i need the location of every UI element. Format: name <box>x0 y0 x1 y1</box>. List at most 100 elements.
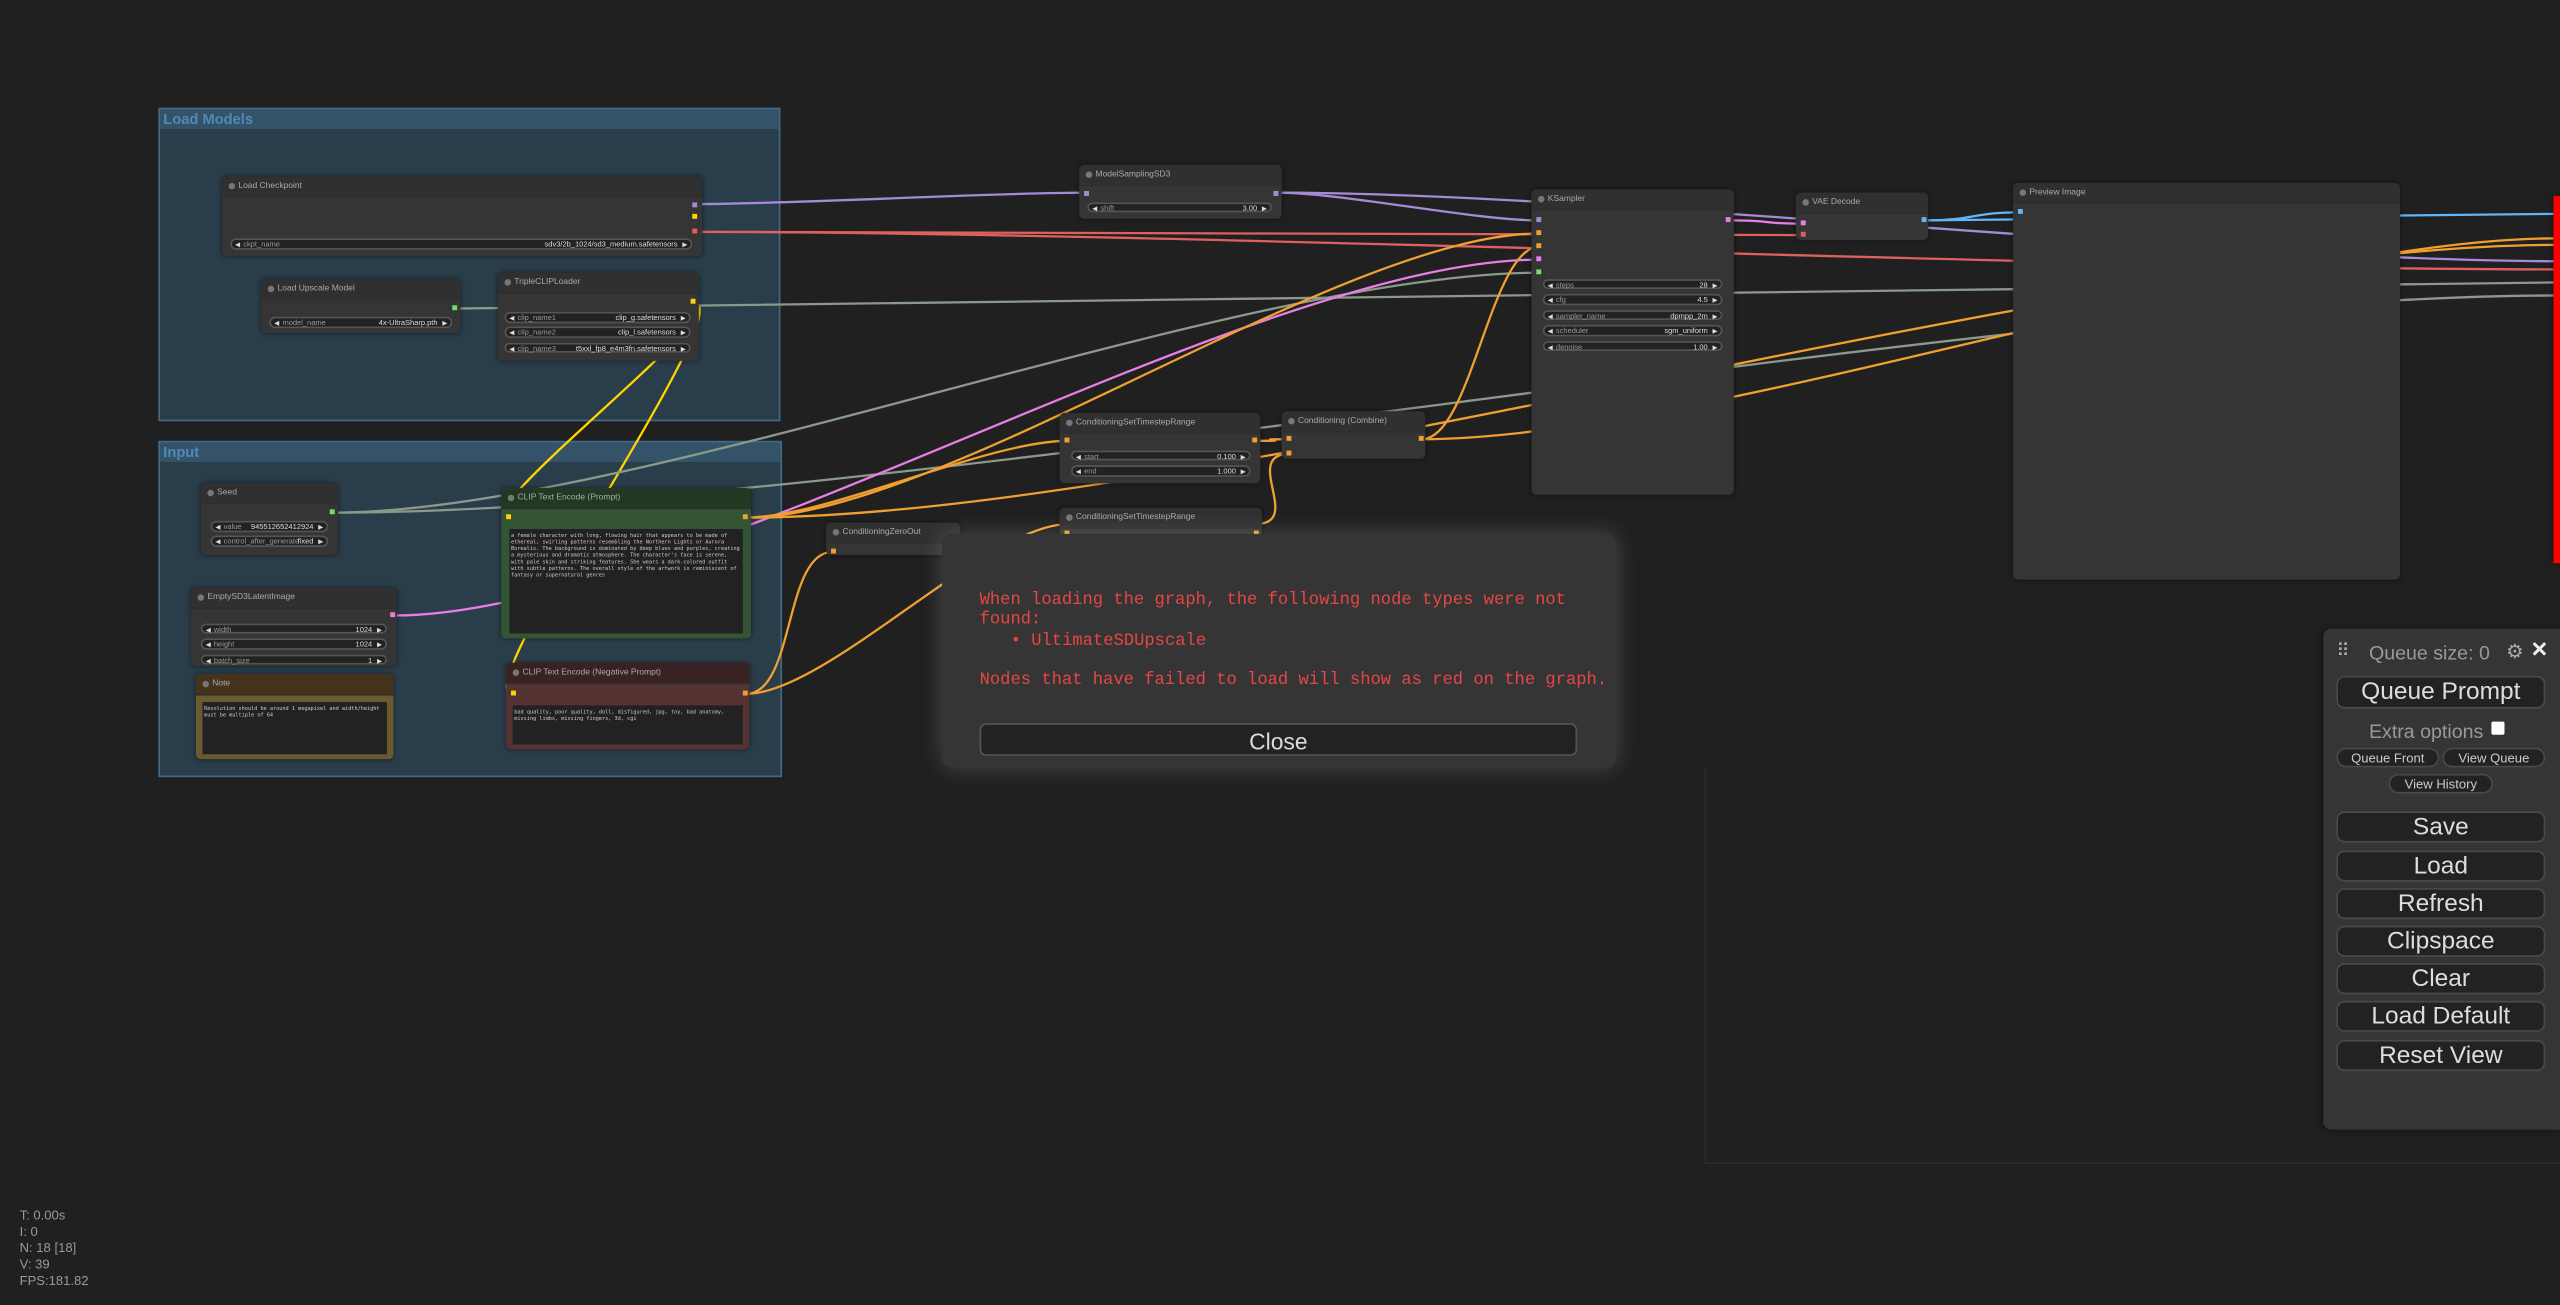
widget-end[interactable]: ◀ end 1.000 ▶ <box>1071 465 1251 476</box>
arrow-left-icon[interactable]: ◀ <box>1548 342 1553 353</box>
collapse-dot-icon[interactable] <box>1066 514 1073 521</box>
arrow-left-icon[interactable]: ◀ <box>206 656 211 667</box>
settings-gear-icon[interactable]: ⚙ <box>2506 640 2524 663</box>
arrow-right-icon[interactable]: ▶ <box>1713 311 1718 322</box>
arrow-left-icon[interactable]: ◀ <box>235 240 240 251</box>
arrow-left-icon[interactable]: ◀ <box>1076 451 1081 462</box>
output-slot-latent[interactable] <box>390 612 396 618</box>
node-note[interactable]: Note Resolution should be around 1 megap… <box>195 674 394 760</box>
output-slot-latent[interactable] <box>1725 216 1731 222</box>
node-triple-clip-loader[interactable]: TripleCLIPLoader ◀ clip_name1 clip_g.safet… <box>497 272 699 361</box>
collapse-dot-icon[interactable] <box>1066 419 1073 427</box>
input-slot-positive[interactable] <box>1536 229 1542 235</box>
node-preview-image[interactable]: Preview Image <box>2013 182 2400 580</box>
graph-canvas[interactable]: Load Models Input Load Checkpoint ◀ ckpt_… <box>0 0 2560 1305</box>
input-slot-clip[interactable] <box>511 689 516 695</box>
queue-prompt-button[interactable]: Queue Prompt <box>2336 675 2546 709</box>
close-button[interactable]: Close <box>979 723 1578 756</box>
input-slot-conditioning-2[interactable] <box>1286 449 1292 455</box>
reset-view-button[interactable]: Reset View <box>2336 1039 2546 1072</box>
node-load-checkpoint[interactable]: Load Checkpoint ◀ ckpt_name sdv3/2b_1024/s… <box>222 176 703 257</box>
arrow-right-icon[interactable]: ▶ <box>1713 280 1718 291</box>
collapse-dot-icon[interactable] <box>832 528 840 536</box>
output-slot-model[interactable] <box>692 202 698 208</box>
widget-control-after-generate[interactable]: ◀ control_after_generate fixed ▶ <box>210 535 329 548</box>
clipspace-button[interactable]: Clipspace <box>2336 925 2546 957</box>
widget-height[interactable]: ◀ height 1024 ▶ <box>200 638 387 651</box>
input-slot-latent[interactable] <box>1536 255 1542 261</box>
widget-clip-name3[interactable]: ◀ clip_name3 t5xxl_fp8_e4m3fn.safetensors ▶ <box>504 342 691 355</box>
collapse-dot-icon[interactable] <box>202 680 209 688</box>
widget-clip-name2[interactable]: ◀ clip_name2 clip_l.safetensors ▶ <box>504 326 691 339</box>
output-slot-model[interactable] <box>1273 190 1279 196</box>
collapse-dot-icon[interactable] <box>507 494 515 502</box>
node-clip-text-encode-positive[interactable]: CLIP Text Encode (Prompt) a female chara… <box>501 488 752 639</box>
save-button[interactable]: Save <box>2336 811 2546 843</box>
load-button[interactable]: Load <box>2336 850 2546 882</box>
input-slot-model[interactable] <box>1084 190 1089 196</box>
arrow-left-icon[interactable]: ◀ <box>509 328 514 339</box>
node-conditioning-zero-out[interactable]: ConditioningZeroOut <box>826 522 960 556</box>
output-slot-conditioning[interactable] <box>1252 436 1258 442</box>
queue-front-button[interactable]: Queue Front <box>2336 747 2440 768</box>
output-slot-upscale-model[interactable] <box>452 305 458 311</box>
arrow-right-icon[interactable]: ▶ <box>318 537 323 548</box>
arrow-left-icon[interactable]: ◀ <box>216 522 221 533</box>
node-missing-ultimate-sd-upscale[interactable] <box>2553 195 2560 564</box>
output-slot-conditioning[interactable] <box>742 689 748 695</box>
widget-denoise[interactable]: ◀ denoise 1.00 ▶ <box>1542 340 1723 353</box>
widget-ckpt-name[interactable]: ◀ ckpt_name sdv3/2b_1024/sd3_medium.safete… <box>230 238 693 251</box>
view-history-button[interactable]: View History <box>2388 773 2494 794</box>
arrow-left-icon[interactable]: ◀ <box>509 313 514 324</box>
arrow-right-icon[interactable]: ▶ <box>1713 296 1718 307</box>
arrow-right-icon[interactable]: ▶ <box>681 328 686 339</box>
arrow-left-icon[interactable]: ◀ <box>216 537 221 548</box>
widget-scheduler[interactable]: ◀ scheduler sgm_uniform ▶ <box>1542 324 1723 338</box>
view-queue-button[interactable]: View Queue <box>2442 747 2546 768</box>
collapse-dot-icon[interactable] <box>267 285 275 293</box>
collapse-dot-icon[interactable] <box>1537 195 1545 203</box>
output-slot-vae[interactable] <box>692 228 698 234</box>
arrow-right-icon[interactable]: ▶ <box>1241 467 1246 478</box>
arrow-right-icon[interactable]: ▶ <box>682 240 687 251</box>
arrow-right-icon[interactable]: ▶ <box>442 318 447 329</box>
arrow-left-icon[interactable]: ◀ <box>1076 467 1081 478</box>
input-slot-samples[interactable] <box>1800 219 1806 225</box>
prompt-textarea[interactable]: a female character with long, flowing ha… <box>509 528 743 634</box>
note-textarea[interactable]: Resolution should be around 1 megapixel … <box>202 702 387 755</box>
widget-cfg[interactable]: ◀ cfg 4.5 ▶ <box>1542 293 1723 307</box>
node-vae-decode[interactable]: VAE Decode <box>1795 192 1929 240</box>
widget-model-name[interactable]: ◀ model_name 4x-UltraSharp.pth ▶ <box>269 316 453 329</box>
arrow-right-icon[interactable]: ▶ <box>1262 203 1267 214</box>
arrow-right-icon[interactable]: ▶ <box>1713 327 1718 338</box>
collapse-dot-icon[interactable] <box>2019 189 2027 196</box>
node-clip-text-encode-negative[interactable]: CLIP Text Encode (Negative Prompt) bad q… <box>506 662 750 750</box>
collapse-dot-icon[interactable] <box>197 594 205 601</box>
node-conditioning-combine[interactable]: Conditioning (Combine) <box>1281 411 1426 459</box>
widget-sampler-name[interactable]: ◀ sampler_name dpmpp_2m ▶ <box>1542 309 1723 322</box>
close-icon[interactable]: ✕ <box>2531 637 2549 663</box>
arrow-left-icon[interactable]: ◀ <box>1548 311 1553 322</box>
widget-shift[interactable]: ◀ shift 3.00 ▶ <box>1087 201 1272 214</box>
load-default-button[interactable]: Load Default <box>2336 1000 2546 1032</box>
output-slot-int[interactable] <box>329 508 335 514</box>
output-slot-conditioning[interactable] <box>742 513 748 519</box>
node-load-upscale-model[interactable]: Load Upscale Model ◀ model_name 4x-UltraSh… <box>261 279 461 334</box>
arrow-right-icon[interactable]: ▶ <box>377 624 382 635</box>
input-slot-model[interactable] <box>1536 216 1542 222</box>
arrow-left-icon[interactable]: ◀ <box>206 640 211 651</box>
arrow-left-icon[interactable]: ◀ <box>1548 280 1553 291</box>
negative-prompt-textarea[interactable]: bad quality, poor quality, doll, disfigu… <box>512 705 743 745</box>
widget-seed-value[interactable]: ◀ value 945512652412924 ▶ <box>210 520 329 533</box>
arrow-left-icon[interactable]: ◀ <box>206 624 211 635</box>
widget-steps[interactable]: ◀ steps 28 ▶ <box>1542 278 1723 291</box>
output-slot-conditioning[interactable] <box>1417 435 1423 441</box>
node-empty-sd3-latent-image[interactable]: EmptySD3LatentImage ◀ width 1024 ▶ ◀ height 1… <box>191 587 397 667</box>
arrow-left-icon[interactable]: ◀ <box>509 344 514 355</box>
arrow-left-icon[interactable]: ◀ <box>1548 327 1553 338</box>
arrow-right-icon[interactable]: ▶ <box>681 344 686 355</box>
widget-clip-name1[interactable]: ◀ clip_name1 clip_g.safetensors ▶ <box>504 311 691 324</box>
arrow-right-icon[interactable]: ▶ <box>318 522 323 533</box>
input-slot-seed[interactable] <box>1536 268 1542 274</box>
widget-batch-size[interactable]: ◀ batch_size 1 ▶ <box>200 653 387 667</box>
